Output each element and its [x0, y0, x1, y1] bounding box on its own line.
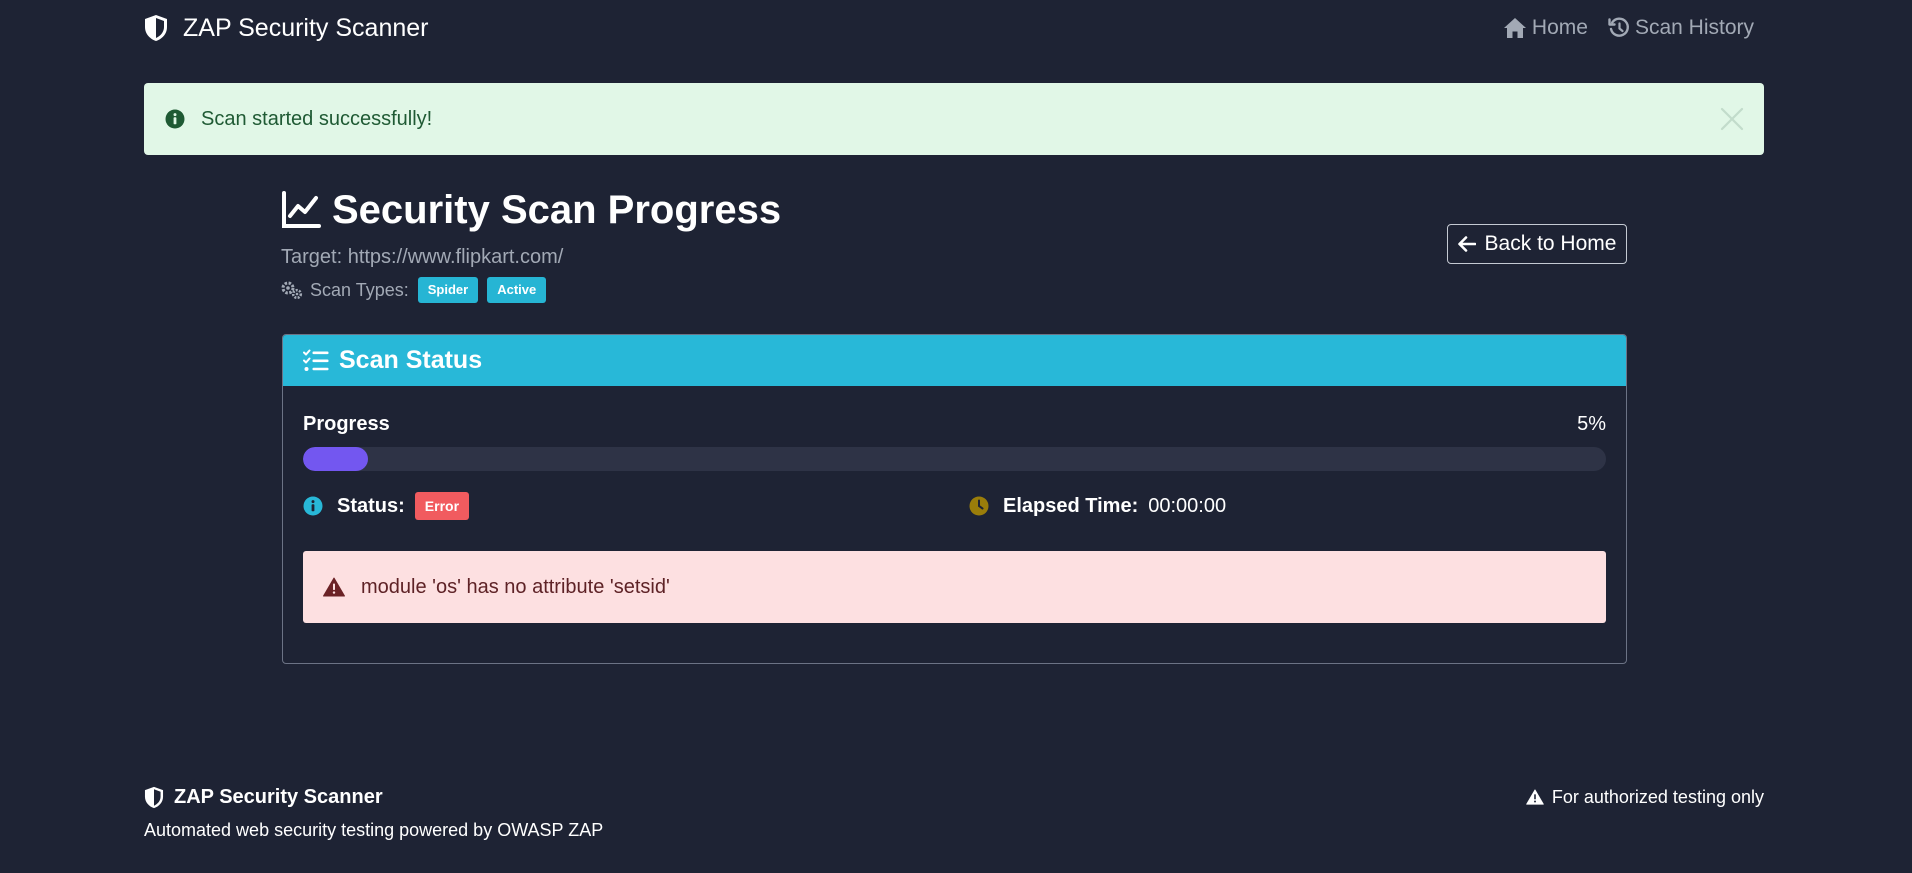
status-row: Status: Error — [303, 491, 470, 521]
status-label: Status: — [337, 494, 405, 517]
card-header: Scan Status — [283, 335, 1626, 386]
page-title-text: Security Scan Progress — [332, 187, 782, 232]
error-alert: module 'os' has no attribute 'setsid' — [303, 551, 1606, 623]
progress-row: Progress 5% — [303, 411, 1606, 437]
info-circle-icon — [303, 496, 323, 516]
footer-note: For authorized testing only — [1526, 785, 1764, 809]
progress-bar — [303, 447, 1606, 471]
footer-note-text: For authorized testing only — [1551, 786, 1764, 807]
progress-percent: 5% — [1577, 412, 1606, 435]
nav-home-label: Home — [1531, 16, 1588, 39]
elapsed-time-label: Elapsed Time: — [1003, 494, 1139, 517]
home-icon — [1503, 17, 1527, 39]
footer-brand: ZAP Security Scanner — [144, 784, 383, 810]
brand-text: ZAP Security Scanner — [183, 13, 429, 42]
status-badge: Error — [414, 492, 470, 520]
page-title: Security Scan Progress — [281, 186, 1627, 234]
scan-status-card: Scan Status Progress 5% Status: Error El… — [282, 334, 1627, 664]
target-url: Target: https://www.flipkart.com/ — [281, 246, 564, 268]
back-to-home-label: Back to Home — [1484, 232, 1617, 255]
warning-icon — [323, 577, 345, 597]
footer-subtitle: Automated web security testing powered b… — [144, 820, 604, 840]
tasks-icon — [303, 349, 329, 373]
scan-type-badge-active: Active — [487, 277, 547, 303]
navbar-brand[interactable]: ZAP Security Scanner — [144, 12, 428, 44]
back-to-home-button[interactable]: Back to Home — [1447, 224, 1627, 264]
nav-home-link[interactable]: Home — [1503, 16, 1588, 40]
progress-bar-fill — [303, 447, 369, 471]
chart-line-icon — [281, 191, 321, 229]
close-icon[interactable] — [1720, 107, 1744, 131]
footer-brand-text: ZAP Security Scanner — [174, 785, 383, 808]
elapsed-time-row: Elapsed Time: 00:00:00 — [969, 491, 1226, 521]
scan-types-row: Scan Types: Spider Active — [281, 276, 1627, 304]
scan-types-label: Scan Types: — [310, 279, 409, 300]
navbar: ZAP Security Scanner Home Scan History — [0, 0, 1912, 56]
nav-links: Home Scan History — [1503, 14, 1754, 42]
shield-icon — [144, 14, 168, 42]
success-alert: Scan started successfully! — [144, 83, 1764, 155]
history-icon — [1608, 17, 1630, 39]
scan-type-badge-spider: Spider — [417, 277, 479, 303]
shield-icon — [144, 786, 164, 809]
gears-icon — [281, 281, 303, 299]
success-alert-message: Scan started successfully! — [201, 107, 433, 130]
nav-scan-history-label: Scan History — [1634, 16, 1754, 39]
card-title: Scan Status — [339, 346, 483, 374]
progress-label: Progress — [303, 412, 390, 435]
arrow-left-icon — [1457, 236, 1476, 252]
error-message: module 'os' has no attribute 'setsid' — [361, 575, 670, 598]
clock-icon — [969, 496, 989, 516]
nav-scan-history-link[interactable]: Scan History — [1608, 16, 1754, 40]
page-header: Security Scan Progress Target: https://w… — [281, 186, 1627, 304]
info-circle-icon — [165, 109, 185, 129]
warning-icon — [1526, 789, 1544, 805]
elapsed-time-value: 00:00:00 — [1148, 494, 1227, 517]
